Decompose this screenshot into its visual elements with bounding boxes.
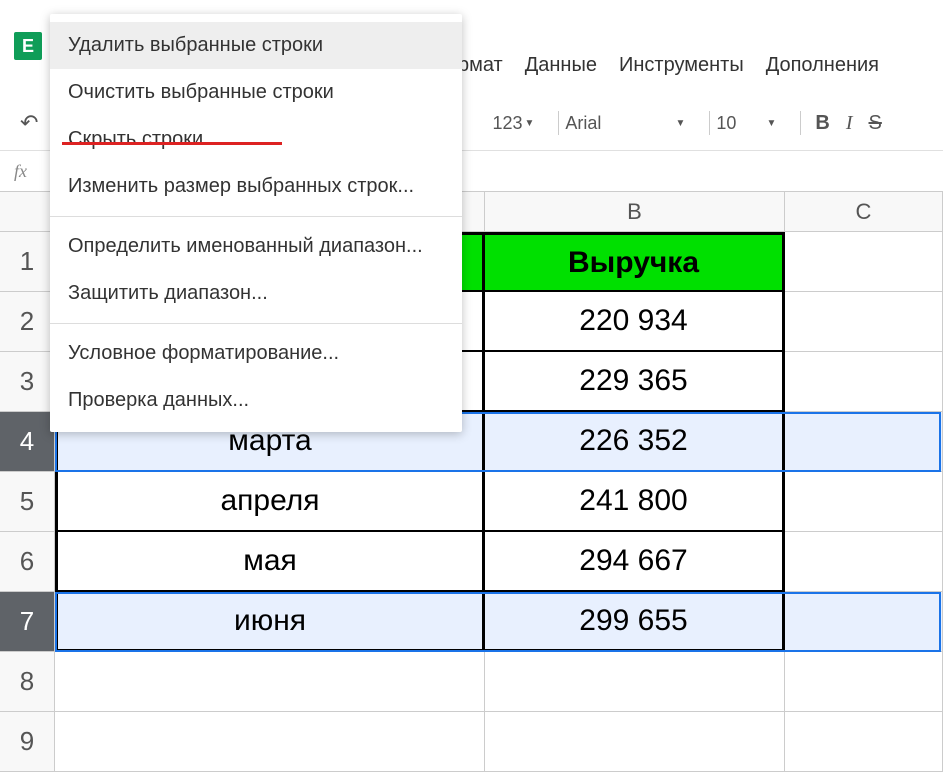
select-all-corner[interactable]	[0, 192, 55, 231]
ctx-hide-rows[interactable]: Скрыть строки	[50, 116, 462, 163]
ctx-resize-rows[interactable]: Изменить размер выбранных строк...	[50, 163, 462, 210]
italic-button[interactable]: I	[846, 112, 853, 135]
ctx-data-valid[interactable]: Проверка данных...	[50, 377, 462, 424]
column-header-c[interactable]: C	[785, 192, 943, 231]
cell[interactable]: 226 352	[485, 412, 785, 472]
cell[interactable]	[785, 712, 943, 772]
menu-tools[interactable]: Инструменты	[619, 54, 744, 77]
menu-format[interactable]: рмат	[458, 54, 503, 77]
row-header[interactable]: 4	[0, 412, 55, 472]
cell[interactable]: мая	[55, 532, 485, 592]
sheets-logo: E	[14, 32, 42, 60]
separator	[558, 111, 559, 135]
table-row: 9	[0, 712, 943, 772]
row-header[interactable]: 8	[0, 652, 55, 712]
cell[interactable]: 229 365	[485, 352, 785, 412]
cell[interactable]	[785, 532, 943, 592]
annotation-underline	[62, 142, 282, 145]
cell[interactable]	[785, 592, 943, 652]
table-row: 6мая294 667	[0, 532, 943, 592]
strike-button[interactable]: S	[869, 112, 882, 135]
fx-label: fx	[0, 161, 41, 182]
cell[interactable]	[785, 232, 943, 292]
cell[interactable]	[55, 652, 485, 712]
undo-icon[interactable]: ↶	[20, 110, 38, 136]
ctx-delete-rows[interactable]: Удалить выбранные строки	[50, 22, 462, 69]
cell[interactable]	[785, 652, 943, 712]
cell[interactable]	[485, 712, 785, 772]
context-menu: Удалить выбранные строки Очистить выбран…	[50, 14, 462, 432]
table-row: 7июня299 655	[0, 592, 943, 652]
ctx-clear-rows[interactable]: Очистить выбранные строки	[50, 69, 462, 116]
font-size-dropdown[interactable]: 10▼	[716, 113, 776, 134]
menu-addons[interactable]: Дополнения	[766, 54, 879, 77]
cell[interactable]	[785, 472, 943, 532]
ctx-protect-range[interactable]: Защитить диапазон...	[50, 270, 462, 317]
row-header[interactable]: 2	[0, 292, 55, 352]
separator	[50, 323, 462, 324]
table-row: 5апреля241 800	[0, 472, 943, 532]
cell[interactable]: 294 667	[485, 532, 785, 592]
cell[interactable]	[785, 352, 943, 412]
column-header-b[interactable]: B	[485, 192, 785, 231]
bold-button[interactable]: B	[815, 112, 829, 135]
cell[interactable]	[785, 412, 943, 472]
table-row: 8	[0, 652, 943, 712]
cell[interactable]: 299 655	[485, 592, 785, 652]
font-dropdown[interactable]: Arial▼	[565, 113, 685, 134]
menu-bar: рмат Данные Инструменты Дополнения	[458, 54, 879, 77]
ctx-named-range[interactable]: Определить именованный диапазон...	[50, 223, 462, 270]
cell[interactable]	[55, 712, 485, 772]
row-header[interactable]: 1	[0, 232, 55, 292]
separator	[800, 111, 801, 135]
row-header[interactable]: 3	[0, 352, 55, 412]
cell[interactable]: 220 934	[485, 292, 785, 352]
row-header[interactable]: 9	[0, 712, 55, 772]
cell[interactable]: 241 800	[485, 472, 785, 532]
row-header[interactable]: 6	[0, 532, 55, 592]
ctx-cond-format[interactable]: Условное форматирование...	[50, 330, 462, 377]
separator	[709, 111, 710, 135]
cell[interactable]	[785, 292, 943, 352]
cell[interactable]	[485, 652, 785, 712]
cell[interactable]: апреля	[55, 472, 485, 532]
menu-data[interactable]: Данные	[525, 54, 597, 77]
row-header[interactable]: 7	[0, 592, 55, 652]
cell[interactable]: июня	[55, 592, 485, 652]
row-header[interactable]: 5	[0, 472, 55, 532]
cell[interactable]: Выручка	[485, 232, 785, 292]
number-format-dropdown[interactable]: 123▼	[492, 113, 534, 134]
separator	[50, 216, 462, 217]
